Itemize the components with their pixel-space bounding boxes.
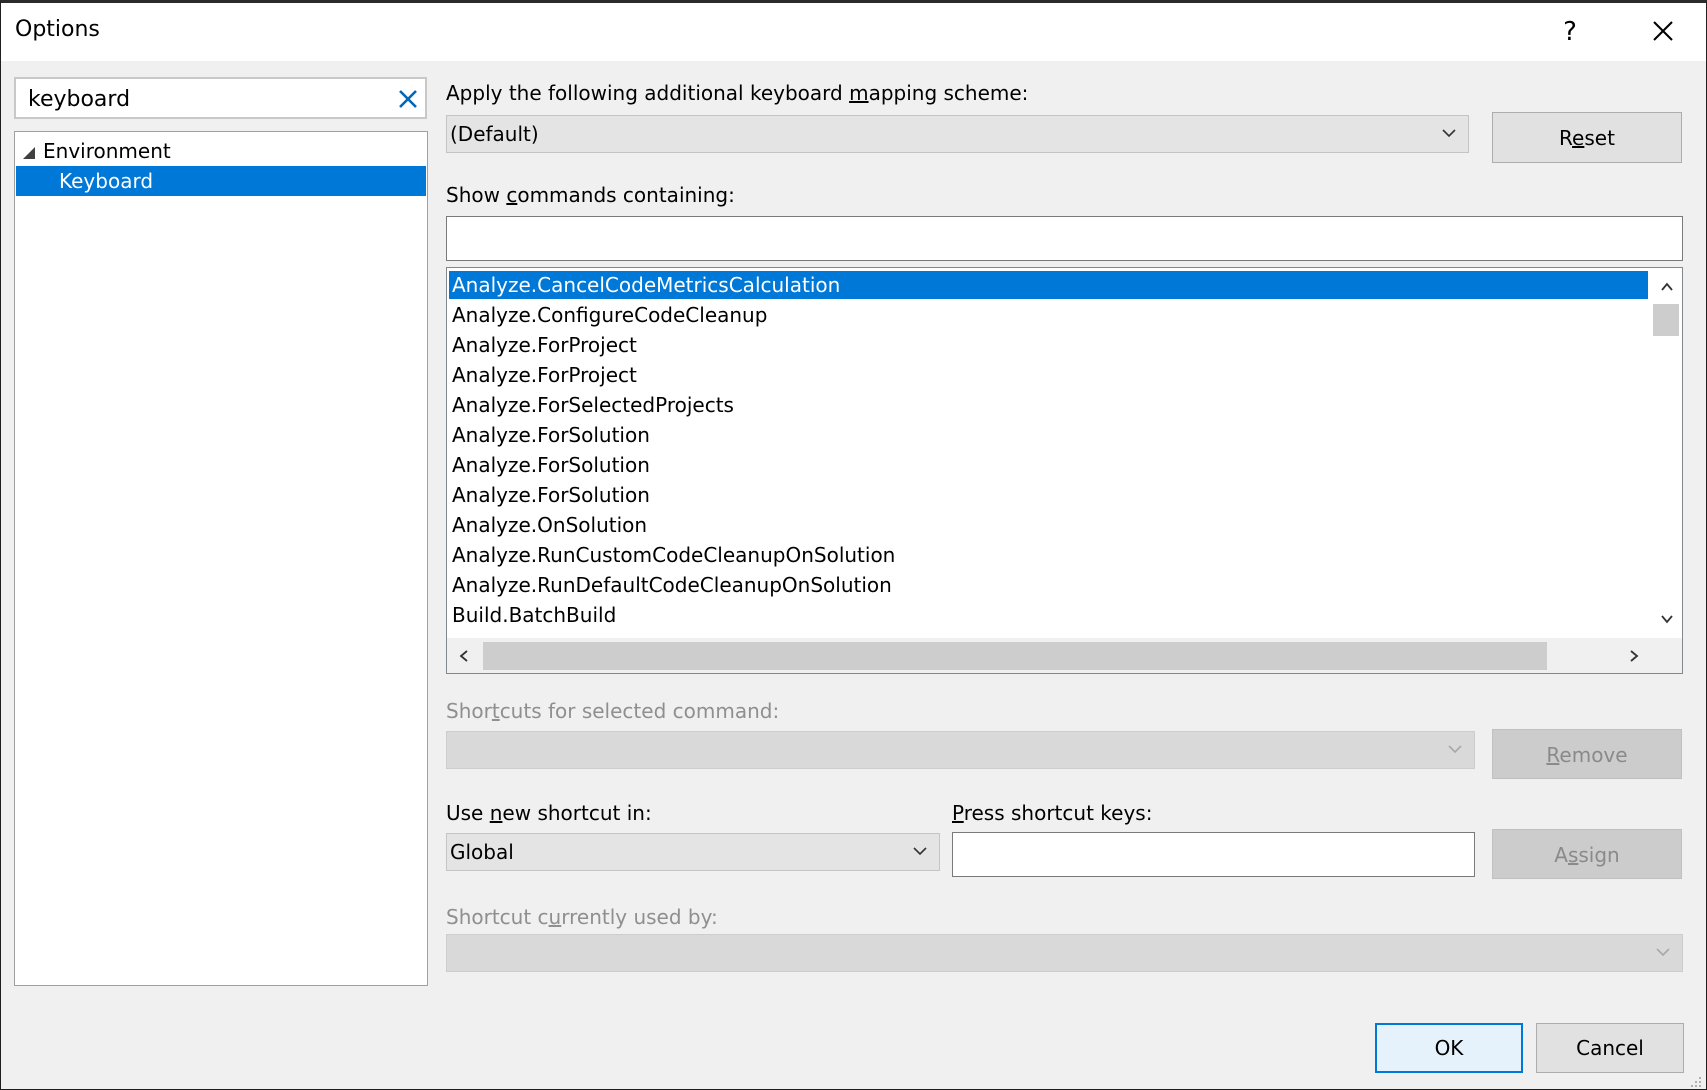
list-item[interactable]: Analyze.RunCustomCodeCleanupOnSolution <box>449 541 1648 569</box>
dialog-title: Options <box>15 17 100 42</box>
ok-button[interactable]: OK <box>1375 1023 1523 1073</box>
button-text: R <box>1559 126 1573 150</box>
label-text: Shortcut c <box>446 905 549 929</box>
chevron-down-icon <box>1448 745 1462 754</box>
shortcuts-combobox[interactable] <box>446 731 1475 769</box>
scroll-right-icon[interactable] <box>1627 649 1641 663</box>
chevron-down-icon <box>1442 129 1456 138</box>
shortcut-scope-combobox[interactable]: Global <box>446 833 940 871</box>
label-text: Use <box>446 801 490 825</box>
list-item[interactable]: Analyze.ForSolution <box>449 451 1648 479</box>
expanded-triangle-icon[interactable] <box>23 146 35 159</box>
close-button[interactable] <box>1641 11 1683 53</box>
mapping-scheme-combobox[interactable]: (Default) <box>446 115 1469 153</box>
access-key: t <box>491 699 500 723</box>
chevron-down-icon <box>1656 948 1670 957</box>
horizontal-scroll-thumb[interactable] <box>483 642 1547 670</box>
list-item[interactable]: Analyze.ForSolution <box>449 421 1648 449</box>
close-icon <box>1653 21 1673 41</box>
reset-button[interactable]: Reset <box>1492 112 1682 163</box>
label-text: rrently used by: <box>561 905 718 929</box>
press-shortcut-keys-field[interactable] <box>952 832 1475 877</box>
clear-search-button[interactable] <box>397 88 419 110</box>
access-key: e <box>1572 126 1585 150</box>
shortcut-used-by-label: Shortcut currently used by: <box>446 905 718 929</box>
remove-button[interactable]: Remove <box>1492 729 1682 779</box>
scroll-left-icon[interactable] <box>457 649 471 663</box>
mapping-scheme-label: Apply the following additional keyboard … <box>446 81 1028 105</box>
shortcuts-for-command-label: Shortcuts for selected command: <box>446 699 779 723</box>
label-text: ew shortcut in: <box>502 801 652 825</box>
help-button[interactable]: ? <box>1549 11 1591 53</box>
access-key: n <box>489 801 503 825</box>
list-item[interactable]: Analyze.RunDefaultCodeCleanupOnSolution <box>449 571 1648 599</box>
button-text: emove <box>1559 743 1628 767</box>
options-tree: Environment Keyboard <box>14 131 428 986</box>
scroll-down-icon[interactable] <box>1660 612 1674 626</box>
press-shortcut-keys-input[interactable] <box>953 833 1474 876</box>
shortcut-scope-label: Use new shortcut in: <box>446 801 652 825</box>
list-item[interactable]: Analyze.ForSolution <box>449 481 1648 509</box>
list-item[interactable]: Analyze.ForProject <box>449 331 1648 359</box>
label-text: cuts for selected command: <box>499 699 780 723</box>
label-text: apping scheme: <box>868 81 1029 105</box>
commands-filter-input[interactable] <box>447 217 1682 260</box>
label-text: ress shortcut keys: <box>963 801 1153 825</box>
label-text: Shor <box>446 699 492 723</box>
access-key: u <box>548 905 562 929</box>
commands-list[interactable]: Analyze.CancelCodeMetricsCalculation Ana… <box>446 267 1683 674</box>
options-search-input[interactable] <box>26 83 390 115</box>
access-key: s <box>1567 843 1579 867</box>
scroll-up-icon[interactable] <box>1660 280 1674 294</box>
tree-item-environment[interactable]: Environment <box>19 136 423 166</box>
clear-icon <box>399 90 417 108</box>
list-item[interactable]: Analyze.OnSolution <box>449 511 1648 539</box>
options-dialog: Options ? Environment Keyboard Apply the… <box>0 0 1707 1090</box>
shortcut-used-by-combobox[interactable] <box>446 934 1683 972</box>
access-key: R <box>1546 743 1560 767</box>
shortcut-scope-value: Global <box>450 840 514 864</box>
label-text: Show <box>446 183 507 207</box>
button-text: set <box>1584 126 1615 150</box>
label-text: Apply the following additional keyboard <box>446 81 850 105</box>
chevron-down-icon <box>913 847 927 856</box>
press-shortcut-keys-label: Press shortcut keys: <box>952 801 1152 825</box>
vertical-scroll-thumb[interactable] <box>1653 304 1679 336</box>
button-text: sign <box>1578 843 1620 867</box>
tree-item-keyboard[interactable]: Keyboard <box>16 166 426 196</box>
options-search-box <box>14 77 427 119</box>
list-item[interactable]: Analyze.ForProject <box>449 361 1648 389</box>
list-item[interactable]: Analyze.ForSelectedProjects <box>449 391 1648 419</box>
commands-filter-field[interactable] <box>446 216 1683 261</box>
list-item[interactable]: Analyze.ConfigureCodeCleanup <box>449 301 1648 329</box>
access-key: c <box>506 183 518 207</box>
access-key: m <box>849 81 869 105</box>
tree-item-label: Environment <box>43 139 171 163</box>
list-item[interactable]: Analyze.CancelCodeMetricsCalculation <box>449 271 1648 299</box>
button-text: A <box>1554 843 1568 867</box>
access-key: P <box>952 801 964 825</box>
tree-item-label: Keyboard <box>59 169 154 193</box>
show-commands-label: Show commands containing: <box>446 183 735 207</box>
mapping-scheme-value: (Default) <box>450 122 539 146</box>
title-bar: Options ? <box>1 3 1706 61</box>
resize-grip-icon[interactable] <box>1687 1073 1703 1089</box>
list-item[interactable]: Build.BatchBuild <box>449 601 1648 629</box>
assign-button[interactable]: Assign <box>1492 829 1682 879</box>
cancel-button[interactable]: Cancel <box>1536 1023 1684 1073</box>
label-text: ommands containing: <box>517 183 735 207</box>
